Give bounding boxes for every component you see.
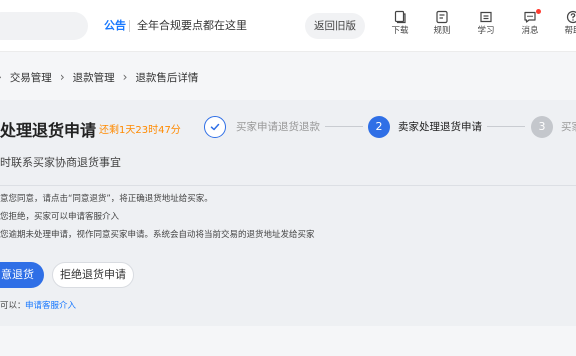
breadcrumb-item-refund[interactable]: 退款管理 bbox=[73, 70, 115, 85]
download-icon bbox=[387, 10, 413, 24]
breadcrumb: › 交易管理 › 退款管理 › 退款售后详情 bbox=[0, 69, 198, 85]
search-input[interactable] bbox=[0, 12, 88, 40]
reject-return-button[interactable]: 拒绝退货申请 bbox=[52, 262, 134, 288]
toolbar-rules[interactable]: 规则 bbox=[429, 10, 455, 37]
instruction-reject: 您拒绝，买家可以申请客服介入 bbox=[0, 212, 120, 222]
top-header: 公告 全年合规要点都在这里 返回旧版 下载 规则 学习 消息 帮助 bbox=[0, 0, 576, 52]
countdown-text: 还剩1天23时47分 bbox=[99, 125, 181, 136]
notice-text[interactable]: 全年合规要点都在这里 bbox=[137, 17, 247, 35]
instruction-timeout: 您逾期未处理申请，视作同意买家申请。系统会自动将当前交易的退货地址发给买家 bbox=[0, 230, 315, 240]
breadcrumb-item-trade[interactable]: 交易管理 bbox=[10, 70, 52, 85]
agree-return-button[interactable]: 意退货 bbox=[0, 262, 44, 288]
learn-icon bbox=[473, 10, 499, 24]
toolbar-help-label: 帮助 bbox=[564, 26, 576, 36]
help-icon bbox=[560, 10, 576, 24]
step-3-indicator: 3 bbox=[531, 116, 553, 138]
step-1-label: 买家申请退货退款 bbox=[236, 121, 320, 133]
page-title: 处理退货申请 bbox=[0, 121, 97, 140]
toolbar-rules-label: 规则 bbox=[433, 26, 451, 36]
toolbar-learn[interactable]: 学习 bbox=[473, 10, 499, 37]
step-2-indicator: 2 bbox=[368, 116, 390, 138]
help-prefix: 可以： bbox=[0, 301, 26, 311]
checkmark-icon bbox=[209, 123, 221, 136]
toolbar-learn-label: 学习 bbox=[477, 26, 495, 36]
toolbar-message-label: 消息 bbox=[521, 26, 539, 36]
breadcrumb-separator-icon: › bbox=[122, 70, 128, 84]
notice-tag[interactable]: 公告 bbox=[104, 17, 126, 35]
breadcrumb-item-current: 退款售后详情 bbox=[135, 71, 199, 84]
step-connector bbox=[487, 126, 525, 127]
back-to-old-version-button[interactable]: 返回旧版 bbox=[305, 13, 365, 39]
toolbar-message[interactable]: 消息 bbox=[517, 9, 543, 37]
rules-icon bbox=[429, 10, 455, 24]
step-2-label: 卖家处理退货申请 bbox=[398, 121, 482, 133]
apply-service-intervention-link[interactable]: 申请客服介入 bbox=[25, 300, 76, 312]
unread-badge bbox=[536, 9, 541, 14]
toolbar-download-label: 下载 bbox=[391, 26, 409, 36]
step-1-indicator bbox=[204, 116, 226, 138]
page-subtitle: 时联系买家协商退货事宜 bbox=[0, 156, 121, 169]
toolbar-download[interactable]: 下载 bbox=[387, 10, 413, 37]
breadcrumb-separator-icon: › bbox=[59, 70, 65, 84]
step-connector bbox=[325, 126, 363, 127]
instruction-agree: 意您同意，请点击“同意退货”，将正确退货地址给买家。 bbox=[0, 194, 213, 204]
toolbar-help[interactable]: 帮助 bbox=[560, 10, 576, 37]
breadcrumb-separator-icon: › bbox=[0, 69, 2, 85]
notice-divider bbox=[129, 20, 130, 32]
step-3-label: 买家 bbox=[561, 121, 576, 133]
section-divider bbox=[0, 185, 576, 186]
